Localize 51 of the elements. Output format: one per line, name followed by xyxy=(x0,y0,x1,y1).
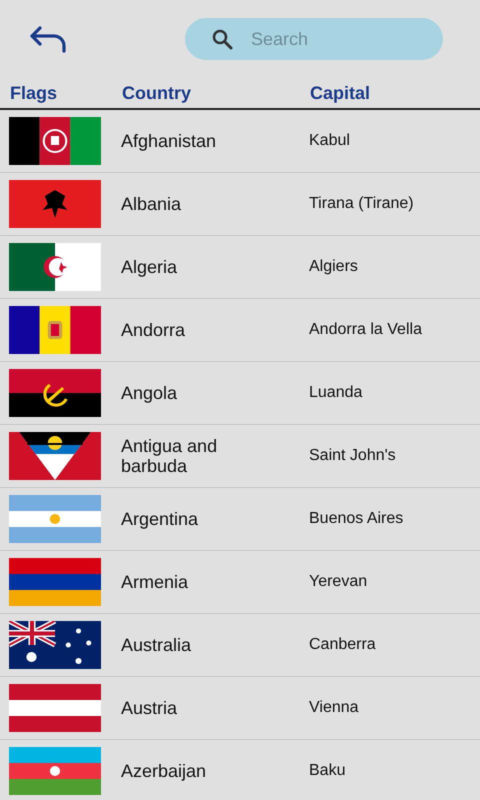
capital-name: Vienna xyxy=(309,699,360,717)
flag-icon xyxy=(9,621,101,669)
column-header: Flags xyxy=(10,82,58,104)
country-name: Afghanistan xyxy=(121,131,218,151)
country-row[interactable]: Austria Vienna xyxy=(0,677,480,740)
country-name: Argentina xyxy=(121,509,200,529)
flag-icon xyxy=(9,117,101,165)
country-name: Austria xyxy=(121,698,178,718)
flag-icon xyxy=(9,747,101,795)
column-header: Capital xyxy=(310,82,372,104)
capital-name: Tirana (Tirane) xyxy=(309,195,415,213)
country-name: Azerbaijan xyxy=(121,761,208,781)
flag-icon xyxy=(9,243,101,291)
capital-name: Andorra la Vella xyxy=(309,321,423,339)
capital-name: Canberra xyxy=(309,636,377,654)
search-icon xyxy=(211,28,233,50)
country-name: Australia xyxy=(121,635,192,655)
capital-name: Yerevan xyxy=(309,573,368,591)
search-bar[interactable]: Search xyxy=(185,18,443,60)
flag-icon xyxy=(9,558,101,606)
country-row[interactable]: Australia Canberra xyxy=(0,614,480,677)
country-row[interactable]: Andorra Andorra la Vella xyxy=(0,299,480,362)
flag-icon xyxy=(9,180,101,228)
country-row[interactable]: Angola Luanda xyxy=(0,362,480,425)
country-name: Andorra xyxy=(121,320,186,340)
capital-name: Luanda xyxy=(309,384,364,402)
capital-name: Baku xyxy=(309,762,346,780)
capital-name: Buenos Aires xyxy=(309,510,404,528)
capital-name: Kabul xyxy=(309,132,351,150)
country-row[interactable]: Algeria Algiers xyxy=(0,236,480,299)
flag-icon xyxy=(9,495,101,543)
country-row[interactable]: Antigua and barbuda Saint John's xyxy=(0,425,480,488)
country-row[interactable]: Albania Tirana (Tirane) xyxy=(0,173,480,236)
search-input[interactable]: Search xyxy=(249,28,419,50)
back-arrow-icon xyxy=(28,24,68,54)
country-row[interactable]: Afghanistan Kabul xyxy=(0,110,480,173)
capital-name: Algiers xyxy=(309,258,359,276)
country-name: Antigua and barbuda xyxy=(121,436,218,476)
country-row[interactable]: Azerbaijan Baku xyxy=(0,740,480,800)
flag-icon xyxy=(9,369,101,417)
country-name: Angola xyxy=(121,383,178,403)
country-row[interactable]: Armenia Yerevan xyxy=(0,551,480,614)
flag-icon xyxy=(9,432,101,480)
flag-icon xyxy=(9,684,101,732)
flag-icon xyxy=(9,306,101,354)
column-header: Country xyxy=(122,82,192,104)
country-row[interactable]: Argentina Buenos Aires xyxy=(0,488,480,551)
country-name: Albania xyxy=(121,194,182,214)
capital-name: Saint John's xyxy=(309,447,397,465)
country-name: Armenia xyxy=(121,572,190,592)
country-name: Algeria xyxy=(121,257,178,277)
